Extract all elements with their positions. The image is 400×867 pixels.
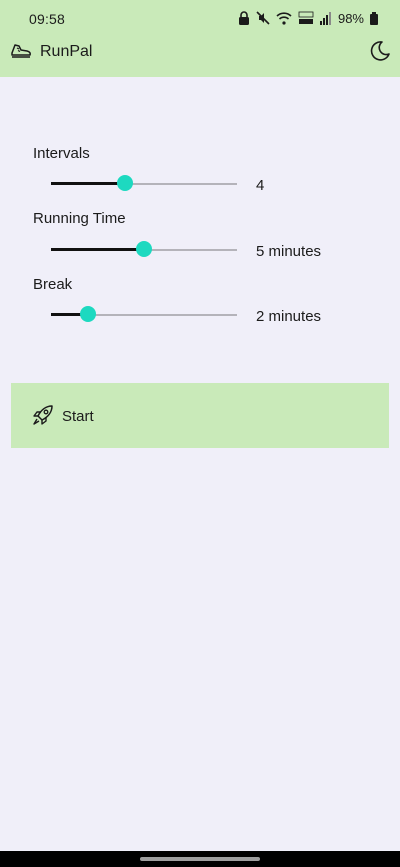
lte-icon (298, 11, 314, 24)
start-button[interactable]: Start (11, 383, 389, 448)
home-gesture-handle[interactable] (140, 857, 260, 861)
app-title: RunPal (40, 43, 93, 60)
app-bar: RunPal (0, 36, 400, 77)
slider-thumb[interactable] (117, 175, 133, 191)
signal-icon (319, 11, 331, 25)
running-time-label: Running Time (33, 210, 126, 227)
status-bar: 09:58 98% (0, 0, 400, 36)
wifi-icon (276, 11, 292, 25)
battery-percent: 98% (337, 10, 364, 26)
slider-thumb[interactable] (136, 241, 152, 257)
slider-thumb[interactable] (80, 306, 96, 322)
break-slider[interactable] (51, 305, 237, 325)
rocket-icon (33, 405, 53, 425)
slider-track-active (51, 248, 144, 251)
running-shoe-icon (11, 44, 31, 58)
status-time: 09:58 (29, 11, 66, 27)
moon-icon[interactable] (369, 40, 391, 62)
intervals-value: 4 (256, 177, 265, 194)
intervals-slider[interactable] (51, 174, 237, 194)
start-button-label: Start (62, 408, 94, 425)
battery-icon (370, 11, 378, 25)
intervals-label: Intervals (33, 145, 90, 162)
lock-icon (238, 11, 249, 25)
break-label: Break (33, 276, 73, 293)
system-navigation-bar (0, 851, 400, 867)
break-value: 2 minutes (256, 308, 322, 325)
top-app-bar: 09:58 98% RunPal (0, 0, 400, 77)
running-time-slider[interactable] (51, 240, 237, 260)
status-icons: 98% (238, 9, 378, 27)
running-time-value: 5 minutes (256, 243, 322, 260)
mute-icon (256, 11, 270, 25)
slider-track-active (51, 182, 125, 185)
